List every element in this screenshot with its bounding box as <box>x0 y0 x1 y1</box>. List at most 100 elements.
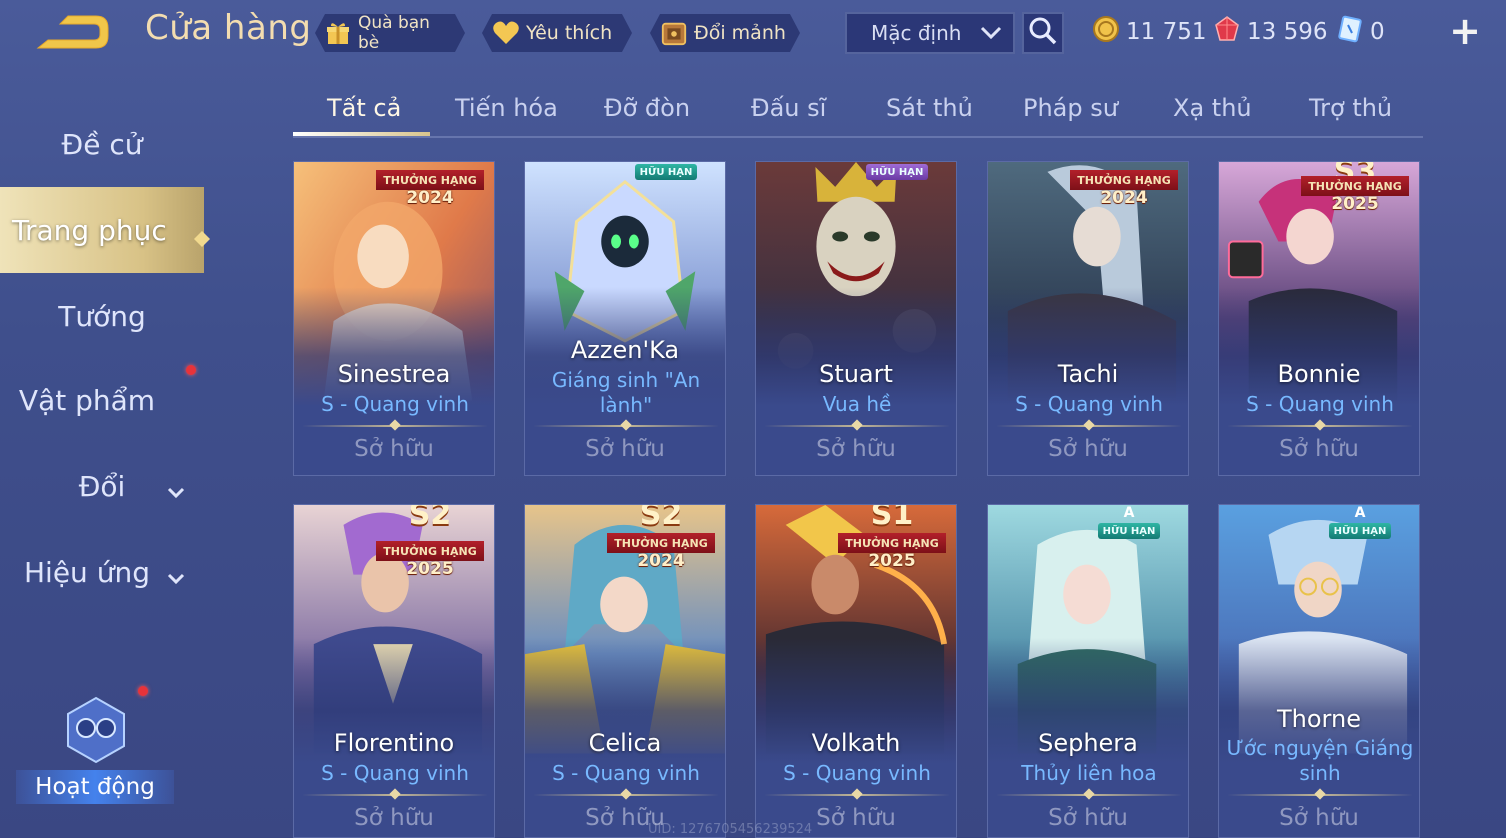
activity-orb-icon <box>60 694 132 766</box>
skin-card-bonnie[interactable]: S3 THƯỞNG HẠNG 2025 Bonnie S - Quang vin… <box>1218 161 1420 476</box>
divider <box>1227 788 1413 800</box>
gold-coin-icon <box>1092 15 1120 49</box>
divider <box>533 419 719 431</box>
skin-card-sephera[interactable]: A HỮU HẠN Sephera Thủy liên hoa Sở hữu <box>987 504 1189 838</box>
voucher-amount: 0 <box>1370 19 1385 45</box>
sidebar-item-exchange[interactable]: Đổi <box>0 456 204 516</box>
top-bar: Cửa hàng Quà bạn bè Yêu thích Đổi mảnh M… <box>0 0 1506 64</box>
chevron-down-icon <box>166 476 186 509</box>
skin-tier: S - Quang vinh <box>1015 392 1163 416</box>
gold-balance: 11 751 <box>1092 14 1206 50</box>
skin-name: Bonnie <box>1277 360 1361 388</box>
divider <box>302 419 488 431</box>
friend-gift-button[interactable]: Quà bạn bè <box>315 14 465 52</box>
tab-all[interactable]: Tất cả <box>327 94 401 122</box>
skin-card-stuart[interactable]: HỮU HẠN Stuart Vua hề Sở hữu <box>755 161 957 476</box>
page-title: Cửa hàng <box>145 8 312 48</box>
active-tab-indicator <box>293 132 430 136</box>
gift-icon <box>325 19 352 47</box>
tab-support[interactable]: Trợ thủ <box>1309 94 1392 122</box>
friend-gift-label: Quà bạn bè <box>357 13 430 53</box>
skin-name: Volkath <box>811 729 901 757</box>
tab-fighter[interactable]: Đấu sĩ <box>751 94 826 122</box>
skin-tier: S - Quang vinh <box>321 761 469 785</box>
skin-tier: S - Quang vinh <box>1246 392 1394 416</box>
divider <box>302 788 488 800</box>
add-currency-button[interactable]: + <box>1448 9 1482 53</box>
skin-name: Celica <box>588 729 662 757</box>
skin-name: Sinestrea <box>337 360 451 388</box>
search-button[interactable] <box>1022 12 1064 54</box>
skin-tier: S - Quang vinh <box>783 761 931 785</box>
skin-card-florentino[interactable]: S2 THƯỞNG HẠNG 2025 Florentino S - Quang… <box>293 504 495 838</box>
owned-status: Sở hữu <box>816 436 896 462</box>
chevron-down-icon <box>979 23 1003 48</box>
skin-name: Thorne <box>1277 705 1361 733</box>
favorite-button[interactable]: Yêu thích <box>482 14 632 52</box>
back-arrow-icon <box>36 15 109 49</box>
sidebar-item-skins[interactable]: Trang phục <box>0 187 210 273</box>
sidebar-item-items[interactable]: Vật phẩm <box>0 370 204 430</box>
owned-status: Sở hữu <box>585 436 665 462</box>
owned-status: Sở hữu <box>1279 436 1359 462</box>
gem-amount: 13 596 <box>1247 19 1328 45</box>
sidebar-item-label: Trang phục <box>12 213 167 247</box>
favorite-label: Yêu thích <box>526 22 613 44</box>
back-button[interactable] <box>30 12 112 52</box>
sidebar-item-effects[interactable]: Hiệu ứng <box>0 542 204 602</box>
rank-reward-badge: S1 THƯỞNG HẠNG 2025 <box>834 505 950 571</box>
limited-badge: HỮU HẠN <box>625 162 707 202</box>
divider <box>996 419 1182 431</box>
sidebar-item-label: Vật phẩm <box>18 383 156 417</box>
gold-amount: 11 751 <box>1126 19 1207 45</box>
skin-name: Sephera <box>1038 729 1138 757</box>
skin-card-tachi[interactable]: THƯỞNG HẠNG 2024 Tachi S - Quang vinh Sở… <box>987 161 1189 476</box>
tab-tank[interactable]: Đỡ đòn <box>604 94 690 122</box>
divider <box>1227 419 1413 431</box>
divider <box>996 788 1182 800</box>
owned-status: Sở hữu <box>1048 436 1128 462</box>
category-tabs: Tất cả Tiến hóa Đỡ đòn Đấu sĩ Sát thủ Ph… <box>293 86 1423 138</box>
sidebar-item-heroes[interactable]: Tướng <box>0 286 204 346</box>
exchange-fragments-label: Đổi mảnh <box>694 22 786 44</box>
divider <box>533 788 719 800</box>
skin-card-sinestrea[interactable]: THƯỞNG HẠNG 2024 Sinestrea S - Quang vin… <box>293 161 495 476</box>
sidebar-item-label: Tướng <box>58 299 146 333</box>
sidebar-item-label: Hiệu ứng <box>24 555 150 589</box>
tab-mage[interactable]: Pháp sư <box>1023 94 1118 122</box>
skin-card-azzenka[interactable]: HỮU HẠN Azzen'Ka Giáng sinh "An lành" Sở… <box>524 161 726 476</box>
user-id: UID: 1276705456239524 <box>648 822 813 837</box>
skin-name: Florentino <box>333 729 455 757</box>
skin-name: Azzen'Ka <box>570 336 680 364</box>
divider <box>764 419 950 431</box>
limited-badge: HỮU HẠN <box>856 162 938 202</box>
tab-marksman[interactable]: Xạ thủ <box>1173 94 1252 122</box>
rank-reward-badge: THƯỞNG HẠNG 2024 <box>372 162 488 222</box>
rank-reward-badge: S2 THƯỞNG HẠNG 2024 <box>603 505 719 571</box>
sort-value: Mặc định <box>871 21 962 45</box>
activity-button[interactable]: Hoạt động <box>10 690 174 810</box>
skin-card-thorne[interactable]: A HỮU HẠN Thorne Ước nguyện Giáng sinh S… <box>1218 504 1420 838</box>
skin-tier: Vua hề <box>822 392 892 416</box>
skin-tier: Ước nguyện Giáng sinh <box>1226 736 1414 785</box>
skin-card-volkath[interactable]: S1 THƯỞNG HẠNG 2025 Volkath S - Quang vi… <box>755 504 957 838</box>
skin-card-celica[interactable]: S2 THƯỞNG HẠNG 2024 Celica S - Quang vin… <box>524 504 726 838</box>
search-icon <box>1028 16 1058 50</box>
skin-tier: S - Quang vinh <box>552 761 700 785</box>
limited-badge: A HỮU HẠN <box>1088 505 1170 545</box>
divider <box>764 788 950 800</box>
skin-tier: Thủy liên hoa <box>1021 761 1157 785</box>
exchange-fragments-button[interactable]: Đổi mảnh <box>650 14 800 52</box>
chest-icon <box>660 19 688 47</box>
voucher-balance: 0 <box>1336 14 1385 50</box>
voucher-icon <box>1336 15 1364 49</box>
sort-dropdown[interactable]: Mặc định <box>845 12 1015 54</box>
limited-badge: A HỮU HẠN <box>1319 505 1401 545</box>
skin-name: Stuart <box>819 360 893 388</box>
tab-assassin[interactable]: Sát thủ <box>886 94 973 122</box>
activity-label: Hoạt động <box>16 770 174 804</box>
skin-name: Tachi <box>1057 360 1119 388</box>
tab-evolution[interactable]: Tiến hóa <box>455 94 558 122</box>
sidebar-item-label: Đổi <box>78 469 126 503</box>
sidebar-item-recommended[interactable]: Đề cử <box>0 114 204 174</box>
